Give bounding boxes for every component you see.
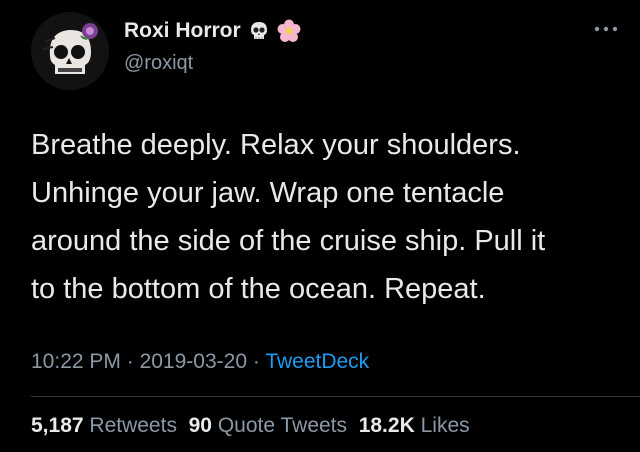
tweet-source-link[interactable]: TweetDeck (265, 350, 369, 373)
quote-tweets-label: Quote Tweets (217, 414, 348, 437)
tweet-stats: 5,187 Retweets 90 Quote Tweets 18.2K Lik… (31, 414, 470, 438)
author-name-row[interactable]: Roxi Horror (124, 19, 301, 43)
tweet-line: Unhinge your jaw. Wrap one tentacle (31, 177, 505, 209)
likes-count: 18.2K (358, 414, 415, 437)
tweet-date[interactable]: 2019-03-20 (140, 350, 247, 373)
tweet-time[interactable]: 10:22 PM (31, 350, 121, 373)
more-options-button[interactable] (592, 22, 620, 36)
display-name[interactable]: Roxi Horror (124, 19, 241, 43)
skull-with-rose-avatar-icon (31, 12, 109, 90)
author-handle[interactable]: @roxiqt (124, 52, 193, 75)
quote-tweets-stat[interactable]: 90 Quote Tweets (189, 414, 347, 437)
skull-emoji-icon (247, 19, 271, 43)
tweet-text: Breathe deeply. Relax your shoulders. Un… (31, 121, 621, 313)
tweet-line: to the bottom of the ocean. Repeat. (31, 273, 486, 305)
ellipsis-icon (594, 26, 618, 32)
tweet-meta: 10:22 PM · 2019-03-20 · TweetDeck (31, 350, 369, 374)
cherry-blossom-emoji-icon (277, 19, 301, 43)
avatar[interactable] (31, 12, 109, 90)
quote-tweets-count: 90 (188, 414, 212, 437)
tweet-line: around the side of the cruise ship. Pull… (31, 225, 546, 257)
meta-separator: · (252, 350, 260, 373)
meta-separator: · (126, 350, 134, 373)
divider (31, 396, 640, 397)
retweets-label: Retweets (89, 414, 177, 437)
retweets-stat[interactable]: 5,187 Retweets (31, 414, 177, 437)
likes-stat[interactable]: 18.2K Likes (359, 414, 470, 437)
likes-label: Likes (420, 414, 470, 437)
tweet-line: Breathe deeply. Relax your shoulders. (31, 129, 521, 161)
retweets-count: 5,187 (31, 414, 84, 437)
